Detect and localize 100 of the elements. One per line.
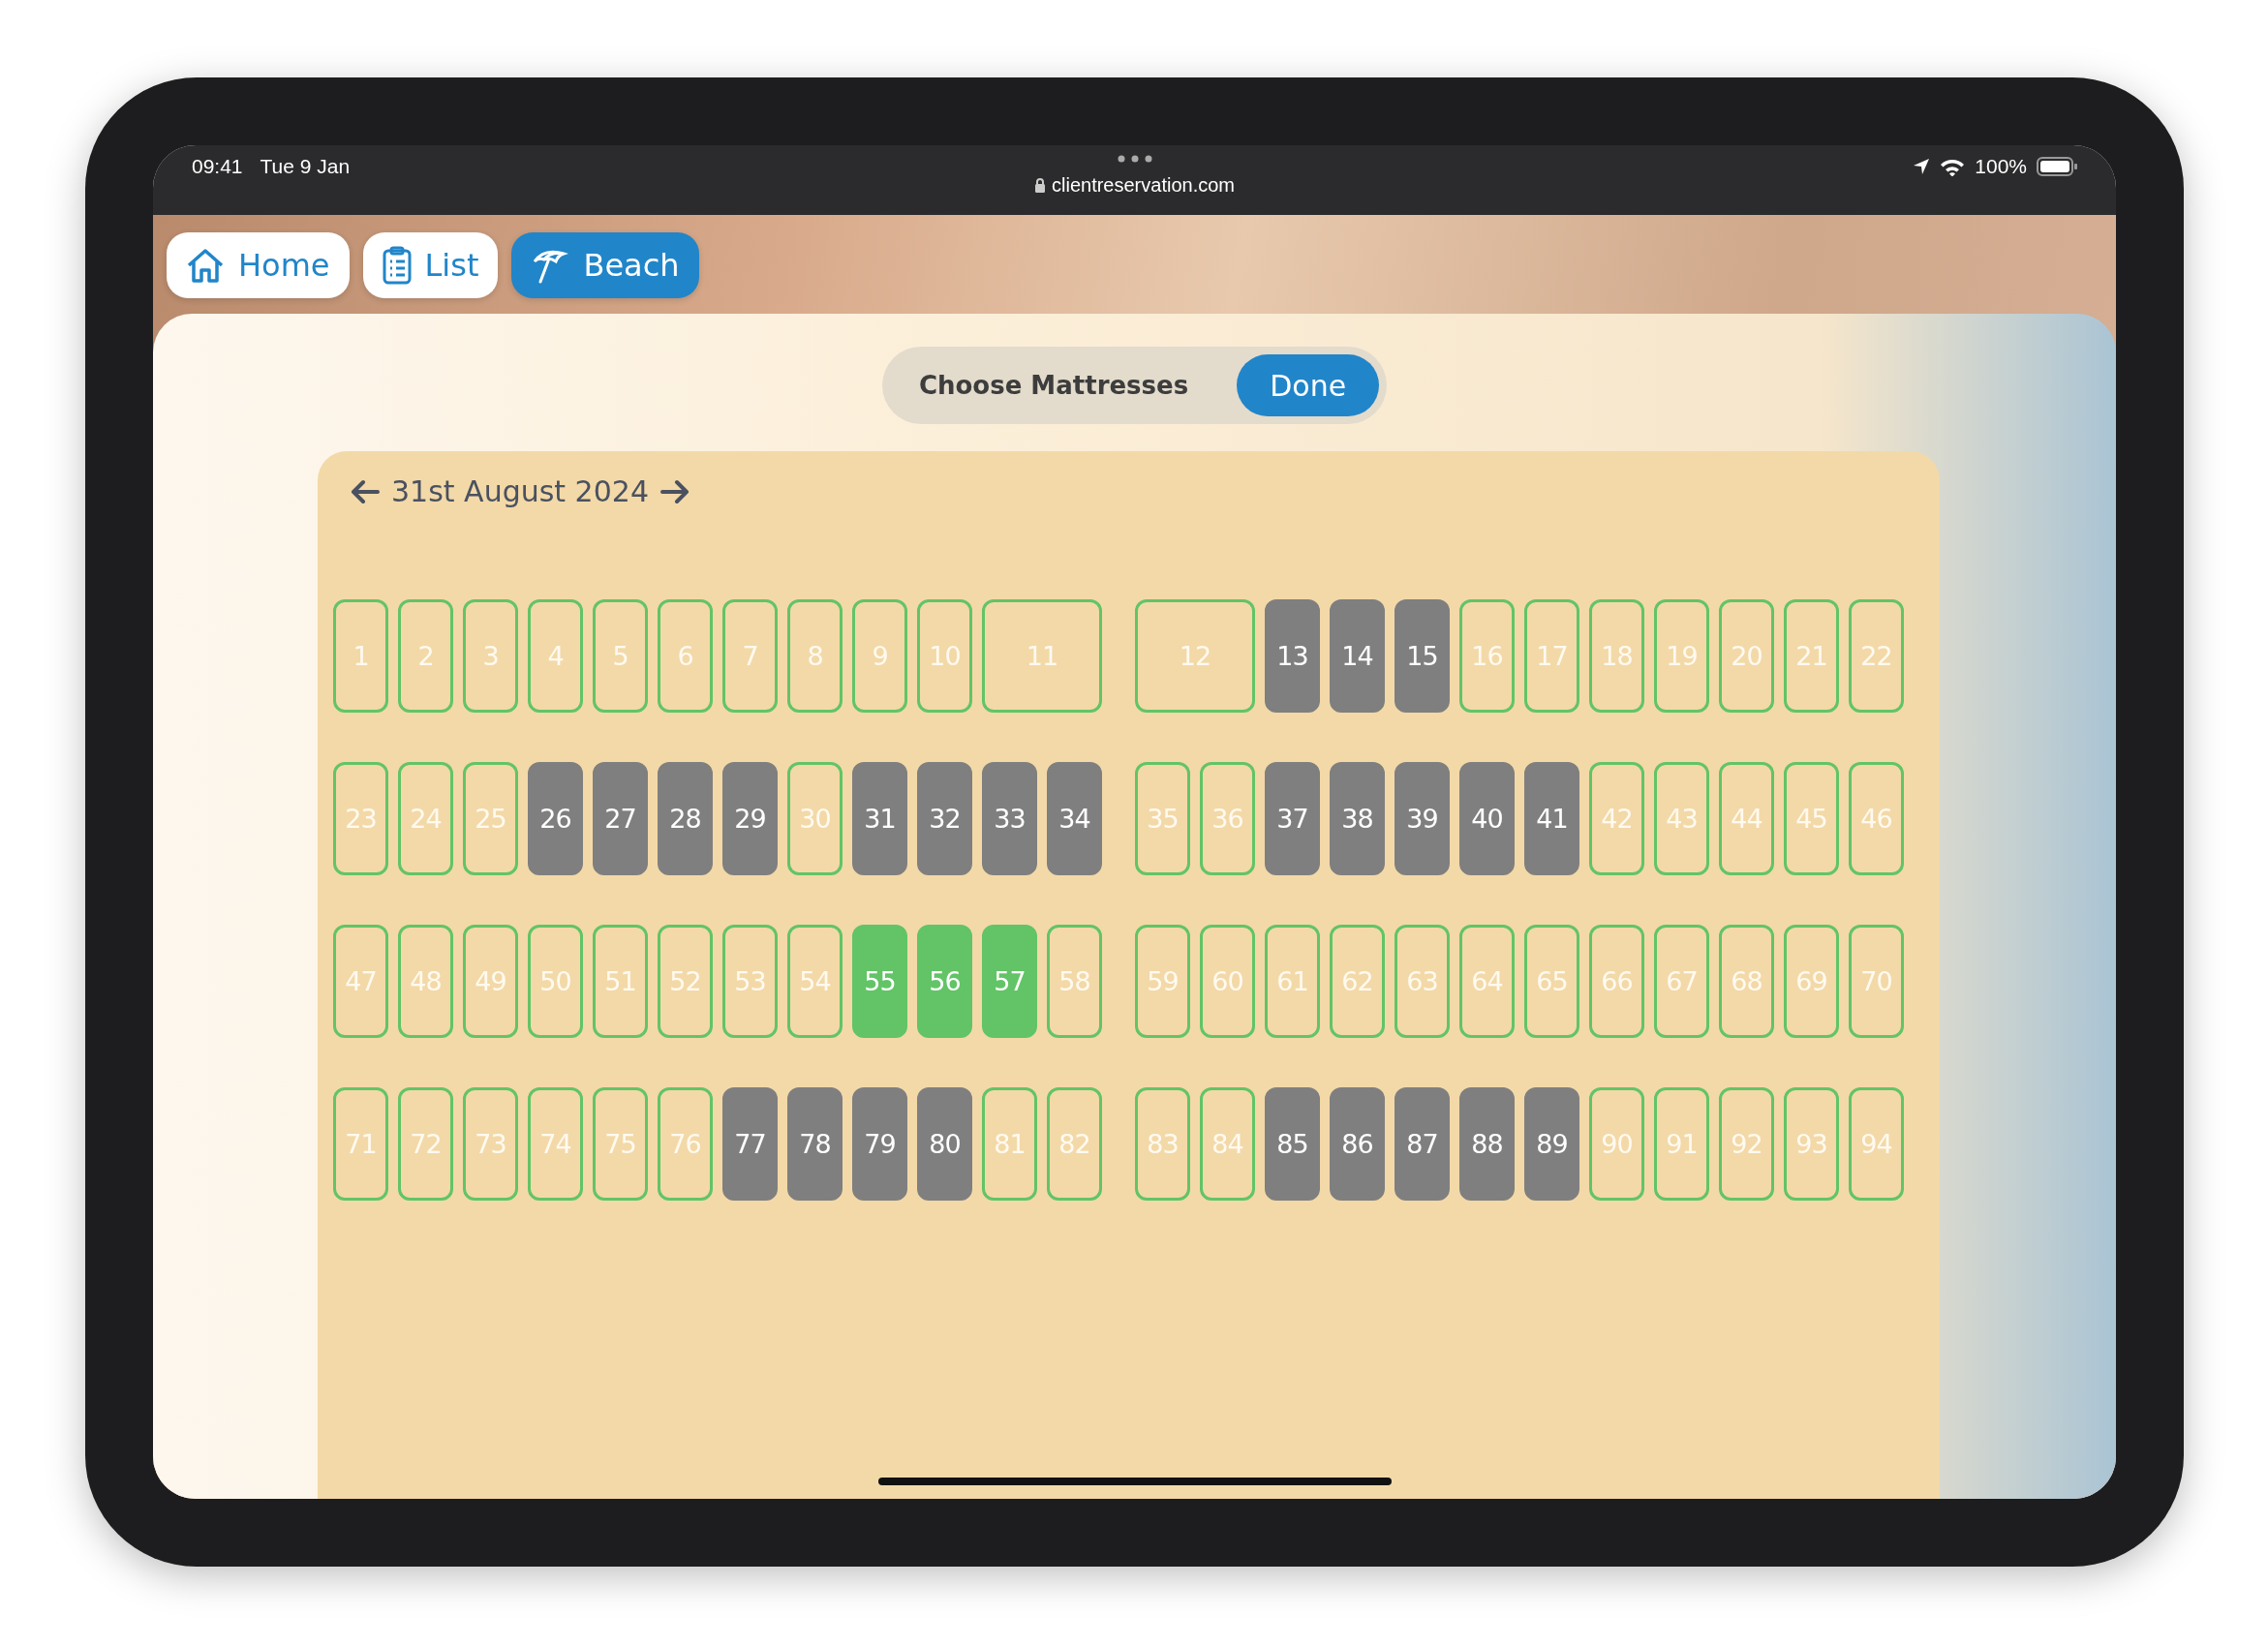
mattress-spot[interactable]: 88 <box>1459 1087 1515 1201</box>
nav-tab[interactable]: Beach <box>511 232 699 298</box>
mattress-spot[interactable]: 90 <box>1589 1087 1644 1201</box>
mattress-spot[interactable]: 52 <box>658 925 713 1038</box>
mattress-spot[interactable]: 55 <box>852 925 907 1038</box>
mattress-spot[interactable]: 44 <box>1719 762 1774 875</box>
mattress-spot[interactable]: 49 <box>463 925 518 1038</box>
mattress-spot[interactable]: 81 <box>982 1087 1037 1201</box>
mattress-spot[interactable]: 24 <box>398 762 453 875</box>
mattress-spot[interactable]: 62 <box>1330 925 1385 1038</box>
mattress-spot[interactable]: 3 <box>463 599 518 713</box>
mattress-spot[interactable]: 1 <box>333 599 388 713</box>
mattress-spot[interactable]: 18 <box>1589 599 1644 713</box>
mattress-spot[interactable]: 89 <box>1524 1087 1579 1201</box>
mattress-spot[interactable]: 68 <box>1719 925 1774 1038</box>
mattress-spot[interactable]: 76 <box>658 1087 713 1201</box>
mattress-spot[interactable]: 85 <box>1265 1087 1320 1201</box>
mattress-spot[interactable]: 15 <box>1395 599 1450 713</box>
mattress-spot[interactable]: 35 <box>1135 762 1190 875</box>
mattress-spot[interactable]: 79 <box>852 1087 907 1201</box>
mattress-spot[interactable]: 61 <box>1265 925 1320 1038</box>
mattress-spot[interactable]: 75 <box>593 1087 648 1201</box>
mattress-spot[interactable]: 70 <box>1849 925 1904 1038</box>
mattress-spot[interactable]: 23 <box>333 762 388 875</box>
mattress-spot[interactable]: 17 <box>1524 599 1579 713</box>
mattress-spot[interactable]: 10 <box>917 599 972 713</box>
mattress-spot[interactable]: 14 <box>1330 599 1385 713</box>
mattress-spot[interactable]: 30 <box>787 762 843 875</box>
mattress-spot[interactable]: 72 <box>398 1087 453 1201</box>
mattress-spot[interactable]: 9 <box>852 599 907 713</box>
mattress-spot[interactable]: 73 <box>463 1087 518 1201</box>
mattress-spot[interactable]: 45 <box>1784 762 1839 875</box>
mattress-spot[interactable]: 50 <box>528 925 583 1038</box>
previous-day-button[interactable] <box>351 478 380 504</box>
mattress-spot[interactable]: 2 <box>398 599 453 713</box>
mattress-spot[interactable]: 22 <box>1849 599 1904 713</box>
mattress-spot[interactable]: 26 <box>528 762 583 875</box>
mattress-spot[interactable]: 69 <box>1784 925 1839 1038</box>
mattress-spot[interactable]: 31 <box>852 762 907 875</box>
mattress-spot[interactable]: 92 <box>1719 1087 1774 1201</box>
mattress-spot[interactable]: 71 <box>333 1087 388 1201</box>
mattress-spot[interactable]: 32 <box>917 762 972 875</box>
mattress-spot[interactable]: 38 <box>1330 762 1385 875</box>
mattress-spot[interactable]: 43 <box>1654 762 1709 875</box>
mattress-spot[interactable]: 7 <box>722 599 778 713</box>
mattress-spot[interactable]: 40 <box>1459 762 1515 875</box>
mattress-spot[interactable]: 36 <box>1200 762 1255 875</box>
mattress-spot[interactable]: 19 <box>1654 599 1709 713</box>
mattress-spot[interactable]: 87 <box>1395 1087 1450 1201</box>
mattress-spot[interactable]: 84 <box>1200 1087 1255 1201</box>
mattress-spot[interactable]: 12 <box>1135 599 1255 713</box>
mattress-spot[interactable]: 93 <box>1784 1087 1839 1201</box>
mattress-spot[interactable]: 46 <box>1849 762 1904 875</box>
mattress-spot[interactable]: 47 <box>333 925 388 1038</box>
mattress-spot[interactable]: 37 <box>1265 762 1320 875</box>
mattress-spot[interactable]: 86 <box>1330 1087 1385 1201</box>
mattress-spot[interactable]: 78 <box>787 1087 843 1201</box>
nav-tab[interactable]: Home <box>167 232 350 298</box>
mattress-spot[interactable]: 67 <box>1654 925 1709 1038</box>
mattress-spot[interactable]: 48 <box>398 925 453 1038</box>
mattress-spot[interactable]: 42 <box>1589 762 1644 875</box>
mattress-spot[interactable]: 16 <box>1459 599 1515 713</box>
mattress-spot[interactable]: 54 <box>787 925 843 1038</box>
mattress-spot[interactable]: 74 <box>528 1087 583 1201</box>
mattress-spot[interactable]: 27 <box>593 762 648 875</box>
mattress-spot[interactable]: 51 <box>593 925 648 1038</box>
mattress-spot[interactable]: 59 <box>1135 925 1190 1038</box>
mattress-spot[interactable]: 41 <box>1524 762 1579 875</box>
mattress-spot[interactable]: 83 <box>1135 1087 1190 1201</box>
mattress-spot[interactable]: 65 <box>1524 925 1579 1038</box>
next-day-button[interactable] <box>660 478 690 504</box>
mattress-spot[interactable]: 63 <box>1395 925 1450 1038</box>
mattress-spot[interactable]: 39 <box>1395 762 1450 875</box>
mattress-spot[interactable]: 77 <box>722 1087 778 1201</box>
mattress-spot[interactable]: 57 <box>982 925 1037 1038</box>
mattress-spot[interactable]: 20 <box>1719 599 1774 713</box>
mattress-spot[interactable]: 58 <box>1047 925 1102 1038</box>
mattress-spot[interactable]: 33 <box>982 762 1037 875</box>
address-bar[interactable]: clientreservation.com <box>1034 174 1235 197</box>
mattress-spot[interactable]: 66 <box>1589 925 1644 1038</box>
mattress-spot[interactable]: 94 <box>1849 1087 1904 1201</box>
mattress-spot[interactable]: 8 <box>787 599 843 713</box>
mattress-spot[interactable]: 6 <box>658 599 713 713</box>
mattress-spot[interactable]: 4 <box>528 599 583 713</box>
mattress-spot[interactable]: 53 <box>722 925 778 1038</box>
mattress-spot[interactable]: 60 <box>1200 925 1255 1038</box>
mattress-spot[interactable]: 56 <box>917 925 972 1038</box>
nav-tab[interactable]: List <box>362 232 499 298</box>
mattress-spot[interactable]: 25 <box>463 762 518 875</box>
mattress-spot[interactable]: 21 <box>1784 599 1839 713</box>
done-button[interactable]: Done <box>1237 354 1380 416</box>
mattress-spot[interactable]: 28 <box>658 762 713 875</box>
mattress-spot[interactable]: 13 <box>1265 599 1320 713</box>
mattress-spot[interactable]: 64 <box>1459 925 1515 1038</box>
mattress-spot[interactable]: 82 <box>1047 1087 1102 1201</box>
mattress-spot[interactable]: 34 <box>1047 762 1102 875</box>
mattress-spot[interactable]: 5 <box>593 599 648 713</box>
mattress-spot[interactable]: 91 <box>1654 1087 1709 1201</box>
mattress-spot[interactable]: 80 <box>917 1087 972 1201</box>
mattress-spot[interactable]: 11 <box>982 599 1102 713</box>
